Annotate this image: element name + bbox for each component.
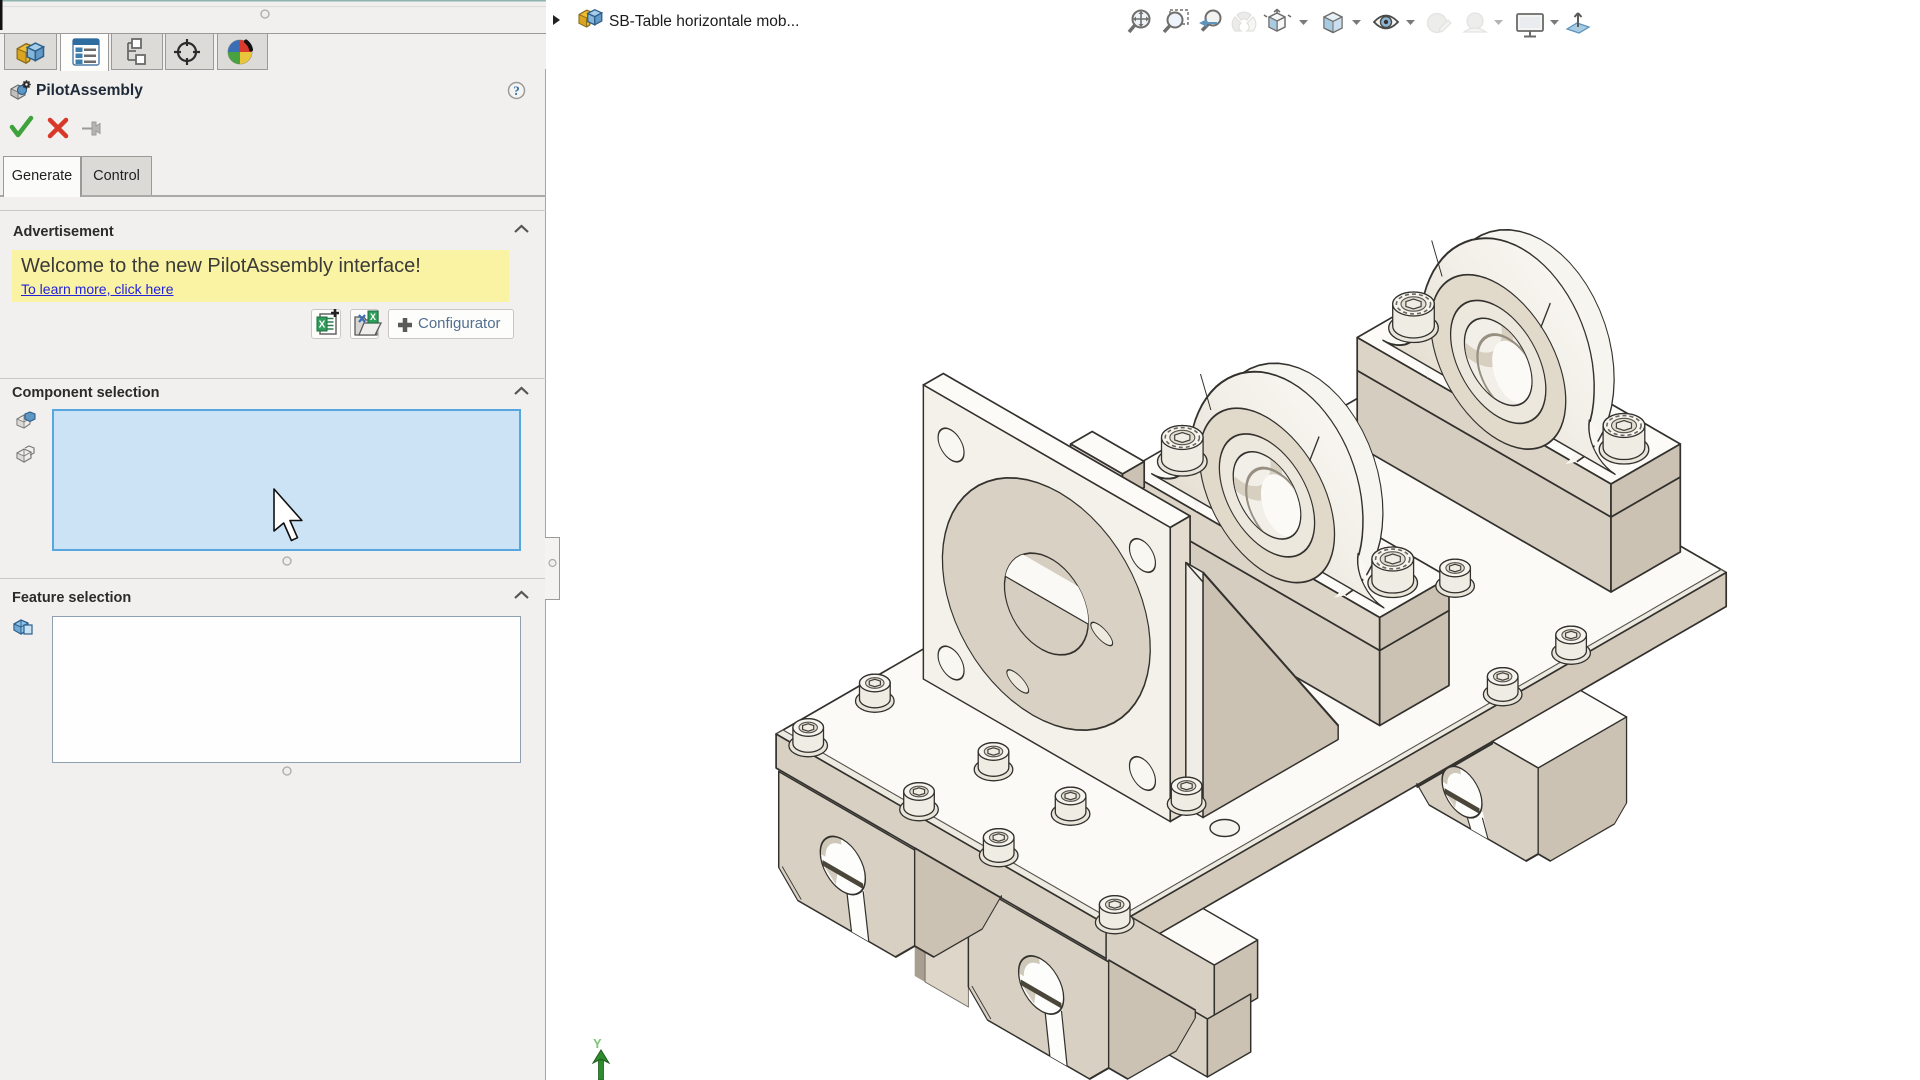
svg-text:SB-Table horizontale mob...: SB-Table horizontale mob...: [609, 13, 799, 30]
svg-text:?: ?: [513, 83, 520, 98]
svg-text:Y: Y: [593, 1036, 602, 1051]
